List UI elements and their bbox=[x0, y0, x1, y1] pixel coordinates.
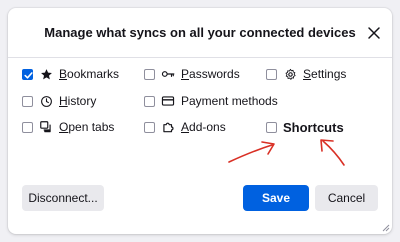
add-ons-label: Add-ons bbox=[181, 120, 226, 134]
disconnect-button[interactable]: Disconnect... bbox=[22, 185, 104, 211]
option-shortcuts[interactable]: Shortcuts bbox=[266, 118, 344, 136]
option-add-ons[interactable]: Add-ons bbox=[144, 118, 226, 136]
add-ons-checkbox[interactable] bbox=[144, 121, 155, 133]
open-tabs-label: Open tabs bbox=[59, 120, 115, 134]
passwords-label: Passwords bbox=[181, 67, 240, 81]
resize-grip-icon[interactable] bbox=[380, 222, 390, 232]
settings-checkbox[interactable] bbox=[266, 68, 277, 80]
close-button[interactable] bbox=[364, 23, 384, 43]
option-bookmarks[interactable]: Bookmarks bbox=[22, 65, 119, 83]
option-payment-methods[interactable]: Payment methods bbox=[144, 92, 278, 110]
star-icon bbox=[39, 67, 53, 81]
clock-icon bbox=[39, 94, 53, 108]
option-history[interactable]: History bbox=[22, 92, 96, 110]
shortcuts-checkbox[interactable] bbox=[266, 121, 277, 133]
bookmarks-checkbox[interactable] bbox=[22, 68, 33, 80]
option-open-tabs[interactable]: Open tabs bbox=[22, 118, 114, 136]
bookmarks-label: Bookmarks bbox=[59, 67, 120, 81]
history-label: History bbox=[59, 94, 97, 108]
credit-card-icon bbox=[161, 94, 175, 108]
shortcuts-label: Shortcuts bbox=[283, 119, 344, 135]
key-icon bbox=[161, 67, 175, 81]
settings-label: Settings bbox=[303, 67, 347, 81]
open-tabs-checkbox[interactable] bbox=[22, 121, 33, 133]
history-checkbox[interactable] bbox=[22, 95, 33, 107]
dialog-header: Manage what syncs on all your connected … bbox=[8, 8, 392, 58]
payment-methods-label: Payment methods bbox=[181, 94, 278, 108]
close-icon bbox=[368, 27, 380, 39]
option-passwords[interactable]: Passwords bbox=[144, 65, 240, 83]
dialog-title: Manage what syncs on all your connected … bbox=[44, 25, 356, 40]
cancel-button[interactable]: Cancel bbox=[315, 185, 378, 211]
option-settings[interactable]: Settings bbox=[266, 65, 346, 83]
passwords-checkbox[interactable] bbox=[144, 68, 155, 80]
puzzle-icon bbox=[161, 120, 175, 134]
payment-methods-checkbox[interactable] bbox=[144, 95, 155, 107]
gear-icon bbox=[283, 67, 297, 81]
tabs-icon bbox=[39, 120, 53, 134]
save-button[interactable]: Save bbox=[243, 185, 309, 211]
sync-settings-dialog: Manage what syncs on all your connected … bbox=[8, 8, 392, 234]
